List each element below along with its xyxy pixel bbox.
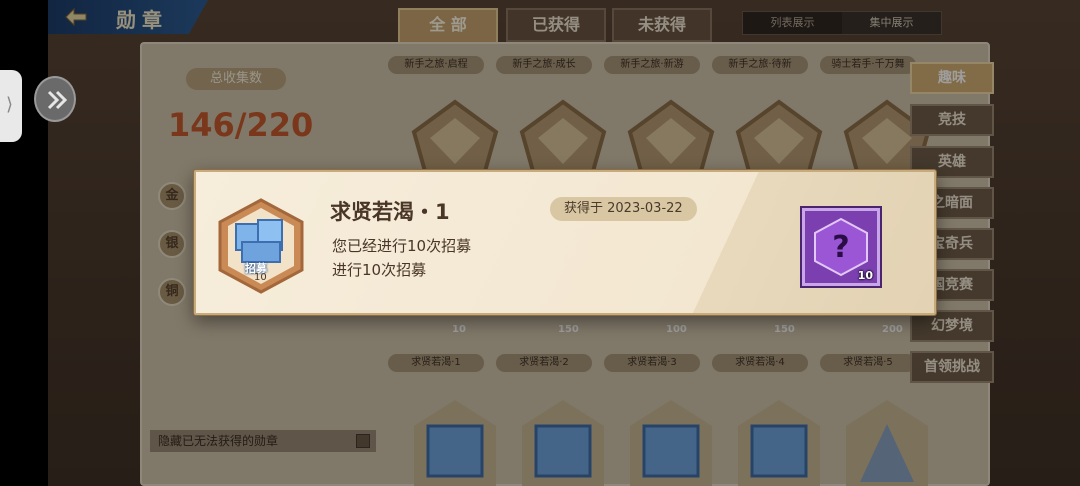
medal-description-line: 进行10次招募: [332, 261, 427, 279]
medal-count: 150: [558, 324, 579, 335]
medal-name: 求贤若渴・1: [330, 200, 450, 224]
medal-caption: 求贤若渴·4: [712, 354, 808, 372]
list-view-button[interactable]: 列表展示: [743, 12, 842, 34]
category-tab-boss-challenge[interactable]: 首领挑战: [910, 351, 994, 383]
medal-caption: 新手之旅·成长: [496, 56, 592, 74]
hide-unobtainable-toggle[interactable]: 隐藏已无法获得的勋章: [150, 430, 376, 452]
recruit-medal-icon[interactable]: [734, 396, 824, 486]
screen: ⟩ 勋章 全 部 已获得 未获得 列表展示 集中展示 总收集数 146/220 …: [0, 0, 1080, 486]
chevron-right-icon: ⟩: [6, 94, 14, 115]
recruit-medal-icon[interactable]: [410, 396, 500, 486]
medal-count: 10: [452, 324, 466, 335]
medal-caption: 求贤若渴·5: [820, 354, 916, 372]
svg-text:?: ?: [832, 230, 849, 265]
gold-grade-icon: 金: [158, 182, 186, 210]
recruit-medal-icon[interactable]: [518, 396, 608, 486]
bronze-grade-icon: 铜: [158, 278, 186, 306]
focus-view-button[interactable]: 集中展示: [842, 12, 941, 34]
reward-count: 10: [857, 269, 873, 282]
medal-description: 您已经进行10次招募 进行10次招募: [332, 234, 471, 282]
medal-count: 100: [666, 324, 687, 335]
medal-detail-popup[interactable]: 招募 10 求贤若渴・1 获得于 2023-03-22 您已经进行10次招募 进…: [194, 170, 936, 315]
hide-unobtainable-checkbox[interactable]: [356, 434, 370, 448]
tab-obtained[interactable]: 已获得: [506, 8, 606, 42]
side-drawer-handle[interactable]: ⟩: [0, 70, 22, 142]
view-switch: 列表展示 集中展示: [742, 11, 942, 35]
category-tab-fun[interactable]: 趣味: [910, 62, 994, 94]
back-arrow-icon[interactable]: [62, 6, 90, 28]
medal-description-line: 您已经进行10次招募: [332, 237, 472, 255]
total-collected-label: 总收集数: [186, 68, 286, 90]
category-tab-competitive[interactable]: 竞技: [910, 104, 994, 136]
hide-unobtainable-label: 隐藏已无法获得的勋章: [158, 434, 279, 448]
medal-caption: 求贤若渴·2: [496, 354, 592, 372]
recruit-medal-icon: 招募 10: [218, 198, 304, 294]
recruit-medal-icon[interactable]: [626, 396, 716, 486]
medal-caption: 新手之旅·新游: [604, 56, 700, 74]
expand-button[interactable]: [34, 76, 76, 122]
reward-item[interactable]: ? 10: [802, 208, 880, 286]
medal-caption: 新手之旅·待新: [712, 56, 808, 74]
medal-caption: 骑士若手·千万舞: [820, 56, 916, 74]
medal-count: 200: [882, 324, 903, 335]
page-title: 勋章: [116, 8, 168, 32]
medal-caption: 新手之旅·启程: [388, 56, 484, 74]
total-collected-value: 146/220: [168, 106, 314, 144]
medal-caption: 求贤若渴·1: [388, 354, 484, 372]
obtained-date-badge: 获得于 2023-03-22: [550, 197, 697, 221]
double-chevron-right-icon: [47, 90, 68, 110]
tab-not-obtained[interactable]: 未获得: [612, 8, 712, 42]
popup-medal-count: 10: [254, 272, 267, 283]
silver-grade-icon: 银: [158, 230, 186, 258]
locked-medal-icon[interactable]: [842, 396, 932, 486]
medal-caption: 求贤若渴·3: [604, 354, 700, 372]
medal-count: 150: [774, 324, 795, 335]
title-bar: 勋章: [48, 0, 208, 34]
